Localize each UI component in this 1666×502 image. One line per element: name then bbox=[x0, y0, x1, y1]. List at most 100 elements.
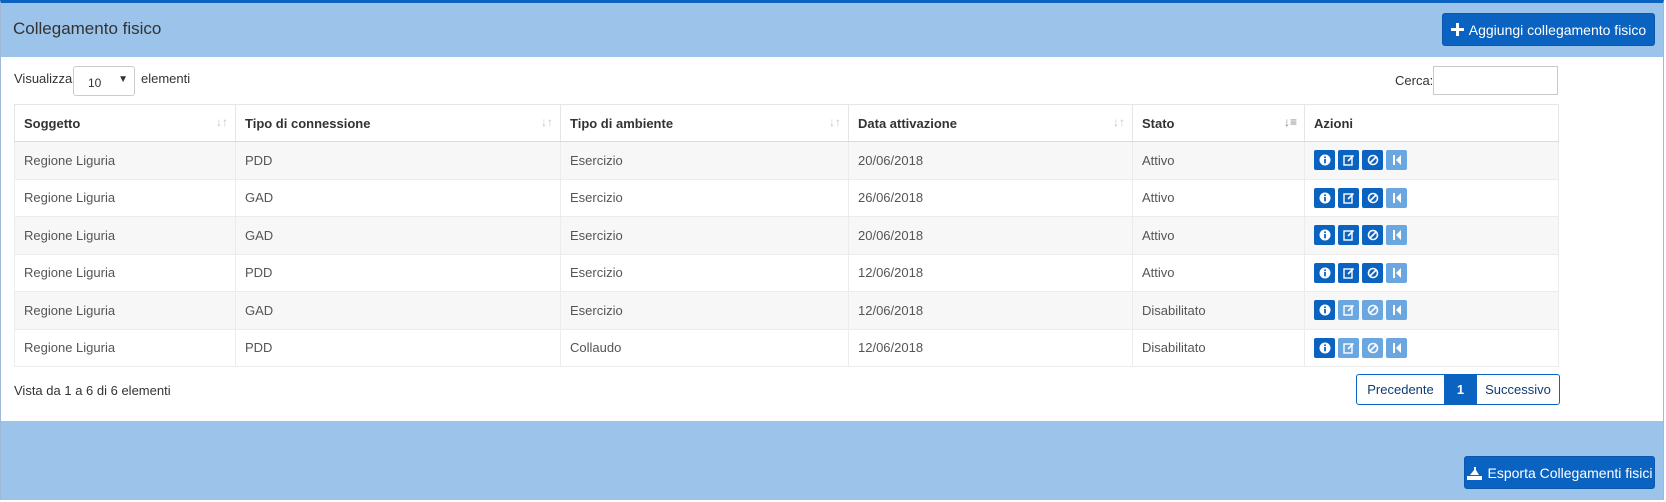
collegamento-fisico-panel: Collegamento fisico Aggiungi collegament… bbox=[0, 0, 1664, 500]
cell-data: 20/06/2018 bbox=[848, 141, 1133, 180]
edit-icon[interactable] bbox=[1338, 262, 1359, 283]
edit-icon[interactable] bbox=[1338, 187, 1359, 208]
cell-stato: Attivo bbox=[1132, 178, 1305, 217]
cell-stato: Attivo bbox=[1132, 216, 1305, 255]
pagination-next[interactable]: Successivo bbox=[1476, 375, 1559, 404]
disable-icon[interactable] bbox=[1362, 187, 1383, 208]
cell-azioni bbox=[1304, 178, 1559, 217]
cell-stato: Disabilitato bbox=[1132, 328, 1305, 367]
table-row: Regione Liguria GAD Esercizio 20/06/2018 Att… bbox=[14, 216, 1559, 255]
cell-connessione: PDD bbox=[235, 253, 561, 292]
length-suffix: elementi bbox=[141, 71, 191, 86]
cell-data: 12/06/2018 bbox=[848, 253, 1133, 292]
chevron-down-icon: ▼ bbox=[118, 74, 128, 85]
cell-connessione: GAD bbox=[235, 216, 561, 255]
edit-icon[interactable] bbox=[1338, 337, 1359, 358]
export-icon bbox=[1466, 466, 1482, 480]
cell-stato: Attivo bbox=[1132, 253, 1305, 292]
cell-azioni bbox=[1304, 328, 1559, 367]
cell-soggetto: Regione Liguria bbox=[14, 141, 236, 180]
cell-stato: Attivo bbox=[1132, 141, 1305, 180]
cell-azioni bbox=[1304, 216, 1559, 255]
cell-ambiente: Esercizio bbox=[560, 178, 849, 217]
cell-azioni bbox=[1304, 291, 1559, 330]
sort-icon: ↓↑ bbox=[829, 115, 841, 129]
disable-icon[interactable] bbox=[1362, 225, 1383, 246]
pagination: Precedente 1 Successivo bbox=[1356, 374, 1560, 405]
cell-ambiente: Esercizio bbox=[560, 216, 849, 255]
column-header-tipo-connessione[interactable]: Tipo di connessione ↓↑ bbox=[235, 104, 561, 142]
cell-soggetto: Regione Liguria bbox=[14, 253, 236, 292]
edit-icon[interactable] bbox=[1338, 225, 1359, 246]
table-info: Vista da 1 a 6 di 6 elementi bbox=[14, 383, 171, 398]
first-page-icon[interactable] bbox=[1386, 150, 1407, 171]
page-title: Collegamento fisico bbox=[13, 19, 162, 38]
add-collegamento-button[interactable]: Aggiungi collegamento fisico bbox=[1442, 13, 1655, 46]
export-label: Esporta Collegamenti fisici bbox=[1487, 464, 1653, 481]
table-row: Regione Liguria PDD Collaudo 12/06/2018 Disa… bbox=[14, 328, 1559, 367]
sort-icon: ↓↑ bbox=[541, 115, 553, 129]
table-row: Regione Liguria PDD Esercizio 20/06/2018 Att… bbox=[14, 141, 1559, 180]
cell-soggetto: Regione Liguria bbox=[14, 216, 236, 255]
panel-footer bbox=[1, 421, 1663, 500]
cell-azioni bbox=[1304, 141, 1559, 180]
cell-ambiente: Collaudo bbox=[560, 328, 849, 367]
cell-data: 20/06/2018 bbox=[848, 216, 1133, 255]
collegamenti-table: Soggetto ↓↑ Tipo di connessione ↓↑ Tipo di… bbox=[14, 104, 1559, 367]
disable-icon[interactable] bbox=[1362, 150, 1383, 171]
plus-icon bbox=[1450, 22, 1464, 37]
disable-icon[interactable] bbox=[1362, 337, 1383, 358]
column-header-tipo-ambiente[interactable]: Tipo di ambiente ↓↑ bbox=[560, 104, 849, 142]
column-header-stato[interactable]: Stato ↓≡ bbox=[1132, 104, 1305, 142]
cell-connessione: PDD bbox=[235, 328, 561, 367]
first-page-icon[interactable] bbox=[1386, 262, 1407, 283]
table-header-row: Soggetto ↓↑ Tipo di connessione ↓↑ Tipo di… bbox=[14, 104, 1559, 142]
info-icon[interactable] bbox=[1314, 150, 1335, 171]
page-length-value: 10 bbox=[88, 76, 102, 90]
first-page-icon[interactable] bbox=[1386, 187, 1407, 208]
edit-icon[interactable] bbox=[1338, 150, 1359, 171]
table-row: Regione Liguria GAD Esercizio 12/06/2018 Dis… bbox=[14, 291, 1559, 330]
cell-connessione: PDD bbox=[235, 141, 561, 180]
search-input[interactable] bbox=[1433, 66, 1558, 95]
cell-soggetto: Regione Liguria bbox=[14, 291, 236, 330]
sort-icon: ↓↑ bbox=[1113, 115, 1125, 129]
disable-icon[interactable] bbox=[1362, 300, 1383, 321]
cell-ambiente: Esercizio bbox=[560, 141, 849, 180]
pagination-previous[interactable]: Precedente bbox=[1357, 375, 1445, 404]
disable-icon[interactable] bbox=[1362, 262, 1383, 283]
table-row: Regione Liguria GAD Esercizio 26/06/2018 Att… bbox=[14, 178, 1559, 217]
first-page-icon[interactable] bbox=[1386, 225, 1407, 246]
first-page-icon[interactable] bbox=[1386, 337, 1407, 358]
column-header-azioni: Azioni bbox=[1304, 104, 1559, 142]
sort-desc-icon: ↓≡ bbox=[1283, 115, 1297, 129]
cell-connessione: GAD bbox=[235, 291, 561, 330]
length-prefix: Visualizza bbox=[14, 71, 73, 86]
cell-data: 12/06/2018 bbox=[848, 328, 1133, 367]
column-header-soggetto[interactable]: Soggetto ↓↑ bbox=[14, 104, 236, 142]
panel-header: Collegamento fisico Aggiungi collegament… bbox=[1, 3, 1663, 57]
cell-data: 26/06/2018 bbox=[848, 178, 1133, 217]
column-header-data-attivazione[interactable]: Data attivazione ↓↑ bbox=[848, 104, 1133, 142]
info-icon[interactable] bbox=[1314, 225, 1335, 246]
add-collegamento-label: Aggiungi collegamento fisico bbox=[1468, 21, 1647, 38]
cell-connessione: GAD bbox=[235, 178, 561, 217]
cell-stato: Disabilitato bbox=[1132, 291, 1305, 330]
info-icon[interactable] bbox=[1314, 300, 1335, 321]
info-icon[interactable] bbox=[1314, 262, 1335, 283]
export-button[interactable]: Esporta Collegamenti fisici bbox=[1464, 456, 1655, 489]
sort-icon: ↓↑ bbox=[216, 115, 228, 129]
cell-soggetto: Regione Liguria bbox=[14, 178, 236, 217]
cell-data: 12/06/2018 bbox=[848, 291, 1133, 330]
info-icon[interactable] bbox=[1314, 187, 1335, 208]
cell-soggetto: Regione Liguria bbox=[14, 328, 236, 367]
first-page-icon[interactable] bbox=[1386, 300, 1407, 321]
page-length-select[interactable]: 10 ▼ bbox=[73, 66, 135, 96]
table-row: Regione Liguria PDD Esercizio 12/06/2018 Att… bbox=[14, 253, 1559, 292]
search-label: Cerca: bbox=[1395, 73, 1434, 88]
pagination-page-1[interactable]: 1 bbox=[1445, 375, 1476, 404]
cell-ambiente: Esercizio bbox=[560, 253, 849, 292]
cell-azioni bbox=[1304, 253, 1559, 292]
edit-icon[interactable] bbox=[1338, 300, 1359, 321]
info-icon[interactable] bbox=[1314, 337, 1335, 358]
